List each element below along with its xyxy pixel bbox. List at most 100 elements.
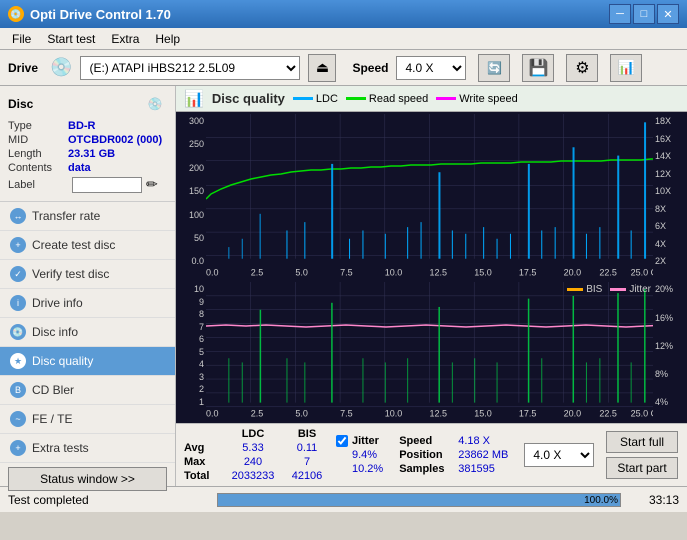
disc-info-panel: Disc 💿 Type BD-R MID OTCBDR002 (000) Len… [0, 86, 175, 202]
ldc-y-axis-right: 18X 16X 14X 12X 10X 8X 6X 4X 2X [653, 114, 683, 280]
close-button[interactable]: ✕ [657, 4, 679, 24]
stats-bis-header: BIS [286, 428, 328, 440]
bis-legend: BIS Jitter [567, 284, 651, 295]
disc-contents-row: Contents data [8, 162, 167, 174]
drive-bar: Drive 💿 (E:) ATAPI iHBS212 2.5L09 ⏏ Spee… [0, 50, 687, 86]
jitter-checkbox[interactable] [336, 435, 348, 447]
svg-text:10.0: 10.0 [385, 409, 403, 419]
speed-stat-value: 4.18 X [458, 435, 490, 447]
menu-start-test[interactable]: Start test [39, 30, 103, 48]
svg-text:2.5: 2.5 [251, 267, 264, 277]
menu-file[interactable]: File [4, 30, 39, 48]
cd-bler-icon: B [10, 382, 26, 398]
export-button[interactable]: 📊 [610, 54, 642, 82]
config-button[interactable]: ⚙ [566, 54, 598, 82]
disc-contents-value: data [68, 162, 91, 174]
svg-text:12.5: 12.5 [430, 267, 448, 277]
legend-jitter: Jitter [610, 284, 651, 295]
drive-select[interactable]: (E:) ATAPI iHBS212 2.5L09 [80, 56, 300, 80]
stats-avg-label: Avg [184, 442, 220, 454]
svg-text:17.5: 17.5 [519, 409, 537, 419]
disc-quality-icon: ★ [10, 353, 26, 369]
disc-mid-row: MID OTCBDR002 (000) [8, 134, 167, 146]
sidebar-item-verify-test-disc[interactable]: ✓ Verify test disc [0, 260, 175, 289]
minimize-button[interactable]: ─ [609, 4, 631, 24]
fe-te-icon: ~ [10, 411, 26, 427]
title-bar: 💿 Opti Drive Control 1.70 ─ □ ✕ [0, 0, 687, 28]
sidebar-item-disc-quality[interactable]: ★ Disc quality [0, 347, 175, 376]
main-content: Disc 💿 Type BD-R MID OTCBDR002 (000) Len… [0, 86, 687, 486]
refresh-button[interactable]: 🔄 [478, 54, 510, 82]
right-panel: 📊 Disc quality LDC Read speed Write spee… [176, 86, 687, 486]
status-text: Test completed [8, 493, 209, 507]
disc-label-input[interactable] [72, 177, 142, 193]
samples-label: Samples [399, 463, 454, 475]
menu-help[interactable]: Help [147, 30, 188, 48]
maximize-button[interactable]: □ [633, 4, 655, 24]
menu-extra[interactable]: Extra [103, 30, 147, 48]
sidebar-item-disc-info[interactable]: 💿 Disc info [0, 318, 175, 347]
stats-max-bis: 7 [286, 456, 328, 468]
disc-info-nav-label: Disc info [32, 325, 78, 339]
stats-bar: LDC BIS Avg 5.33 0.11 Max 240 7 Total 20… [176, 423, 687, 486]
svg-text:15.0: 15.0 [474, 267, 492, 277]
elapsed-time: 33:13 [629, 493, 679, 507]
read-speed-color [346, 97, 366, 100]
sidebar-item-extra-tests[interactable]: + Extra tests [0, 434, 175, 463]
stats-total-label: Total [184, 470, 220, 482]
stats-max-row: Max 240 7 [184, 456, 328, 468]
svg-text:12.5: 12.5 [430, 409, 448, 419]
stats-max-ldc: 240 [224, 456, 282, 468]
disc-contents-label: Contents [8, 162, 68, 174]
label-edit-icon: ✏ [146, 176, 158, 193]
disc-info-icon: 💿 [10, 324, 26, 340]
transfer-rate-icon: ↔ [10, 208, 26, 224]
extra-tests-label: Extra tests [32, 441, 89, 455]
position-label: Position [399, 449, 454, 461]
disc-header: Disc 💿 [8, 92, 167, 116]
jitter-header: Jitter [336, 435, 383, 447]
start-full-button[interactable]: Start full [606, 431, 677, 453]
drive-icon: 💿 [50, 57, 72, 78]
disc-section-title: Disc [8, 97, 33, 111]
chart-header: 📊 Disc quality LDC Read speed Write spee… [176, 86, 687, 112]
jitter-avg: 9.4% [336, 449, 383, 461]
svg-text:10.0: 10.0 [385, 267, 403, 277]
stats-avg-ldc: 5.33 [224, 442, 282, 454]
svg-text:2.5: 2.5 [251, 409, 264, 419]
start-part-button[interactable]: Start part [606, 457, 677, 479]
disc-mid-value: OTCBDR002 (000) [68, 134, 162, 146]
legend-read-speed-label: Read speed [369, 93, 428, 105]
legend-jitter-label: Jitter [629, 284, 651, 295]
sidebar-item-create-test-disc[interactable]: + Create test disc [0, 231, 175, 260]
svg-text:5.0: 5.0 [295, 267, 308, 277]
sidebar-item-cd-bler[interactable]: B CD Bler [0, 376, 175, 405]
sidebar-item-drive-info[interactable]: i Drive info [0, 289, 175, 318]
speed-stat-label: Speed [399, 435, 454, 447]
sidebar-item-fe-te[interactable]: ~ FE / TE [0, 405, 175, 434]
status-window-button[interactable]: Status window >> [8, 467, 167, 491]
save-button[interactable]: 💾 [522, 54, 554, 82]
jitter-max: 10.2% [336, 463, 383, 475]
svg-text:20.0: 20.0 [564, 267, 582, 277]
legend-write-speed-label: Write speed [459, 93, 518, 105]
bis-chart: 10 9 8 7 6 5 4 3 2 1 BIS [180, 282, 683, 421]
sidebar-item-transfer-rate[interactable]: ↔ Transfer rate [0, 202, 175, 231]
disc-length-label: Length [8, 148, 68, 160]
action-buttons: Start full Start part [606, 431, 677, 479]
bis-y-axis-left: 10 9 8 7 6 5 4 3 2 1 [180, 282, 206, 421]
stats-main: LDC BIS Avg 5.33 0.11 Max 240 7 Total 20… [184, 428, 328, 482]
disc-label-row: Label ✏ [8, 176, 167, 193]
speed-select-stats[interactable]: 4.0 X [524, 443, 594, 467]
svg-text:7.5: 7.5 [340, 267, 353, 277]
stats-avg-row: Avg 5.33 0.11 [184, 442, 328, 454]
ldc-color [293, 97, 313, 100]
eject-button[interactable]: ⏏ [308, 54, 336, 82]
svg-text:17.5: 17.5 [519, 267, 537, 277]
bis-color [567, 288, 583, 291]
speed-select[interactable]: 4.0 X [396, 56, 466, 80]
disc-mid-label: MID [8, 134, 68, 146]
svg-text:25.0 GB: 25.0 GB [631, 409, 653, 419]
write-speed-color [436, 97, 456, 100]
fe-te-label: FE / TE [32, 412, 72, 426]
